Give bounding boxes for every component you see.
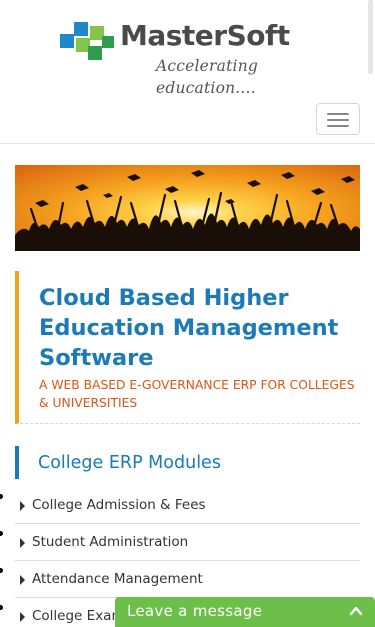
caret-right-icon bbox=[20, 538, 25, 548]
caret-right-icon bbox=[20, 501, 25, 511]
logo-tagline: Accelerating education.... bbox=[156, 57, 258, 97]
modules-heading-text: College ERP Modules bbox=[38, 453, 221, 473]
module-item-attendance[interactable]: Attendance Management bbox=[15, 561, 360, 598]
module-item-label: College Admission & Fees bbox=[32, 497, 206, 513]
graduates-banner-image bbox=[15, 165, 360, 251]
site-header: MasterSoft Accelerating education.... bbox=[0, 0, 375, 144]
logo-mark-icon bbox=[60, 22, 114, 60]
mastersoft-logo[interactable]: MasterSoft Accelerating education.... bbox=[58, 18, 328, 97]
hero-section: Cloud Based Higher Education Management … bbox=[15, 271, 360, 424]
caret-right-icon bbox=[20, 575, 25, 585]
logo-brand-text: MasterSoft bbox=[120, 19, 290, 52]
module-item-label: Attendance Management bbox=[32, 571, 203, 587]
header-scrollbar[interactable] bbox=[368, 0, 373, 74]
banner-illustration bbox=[15, 165, 360, 251]
module-item-student-administration[interactable]: Student Administration bbox=[15, 524, 360, 561]
chat-label: Leave a message bbox=[127, 602, 263, 620]
module-item-label: Student Administration bbox=[32, 534, 189, 550]
page: MasterSoft Accelerating education.... Cl… bbox=[0, 0, 375, 627]
page-title: Cloud Based Higher Education Management … bbox=[39, 285, 339, 371]
module-item-label: College Exam bbox=[32, 608, 125, 624]
module-item-admission[interactable]: College Admission & Fees bbox=[15, 487, 360, 524]
chevron-up-icon[interactable] bbox=[349, 605, 363, 617]
modules-heading: College ERP Modules bbox=[15, 446, 360, 479]
leave-message-chat-bar[interactable]: Leave a message bbox=[115, 597, 375, 627]
menu-toggle-button[interactable] bbox=[316, 103, 360, 135]
page-subtitle: A WEB BASED E-GOVERNANCE ERP FOR COLLEGE… bbox=[39, 378, 355, 410]
caret-right-icon bbox=[20, 612, 25, 622]
